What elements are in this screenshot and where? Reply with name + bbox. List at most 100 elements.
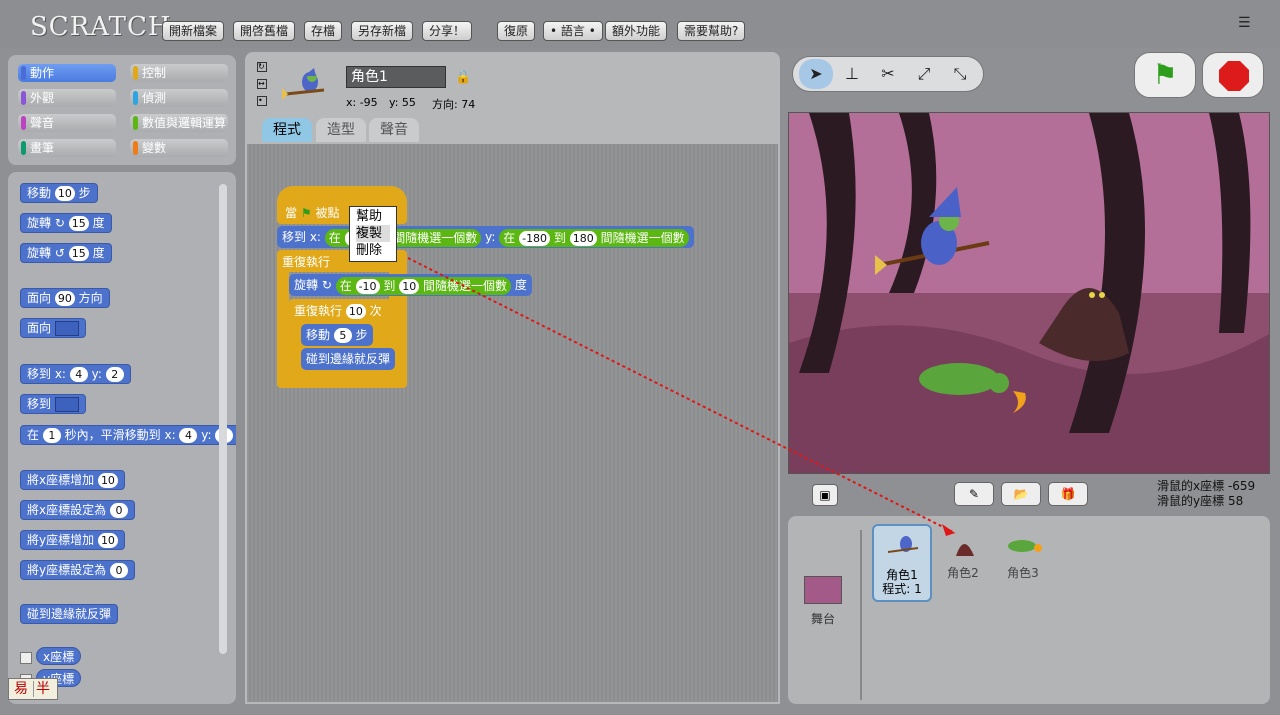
arrow-tool-icon[interactable]: ➤ [799,59,833,89]
scripts-area[interactable]: 當 ⚑ 被點 移到 x: 在 240 間隨機選一個數 y: 在 -180 到 1… [245,142,780,704]
stage-toolbar: ➤ ⊥ ✂ ⤢ ⤡ [792,56,984,92]
stop-button[interactable] [1202,52,1264,98]
block-text: 度 [514,278,527,292]
block-bounce[interactable]: 碰到邊緣就反彈 [20,604,119,624]
flip-style-icon[interactable]: ↔ [257,79,267,89]
block-input[interactable]: 10 [345,304,366,319]
category-motion[interactable]: 動作 [18,64,116,82]
category-operators[interactable]: 數值與邏輯運算 [130,114,228,132]
block-turn-right[interactable]: 旋轉 ↻ 15 度 [20,213,112,233]
stamp-tool-icon[interactable]: ⊥ [835,59,869,89]
notes-icon[interactable]: ☰ [1238,15,1252,31]
category-sound[interactable]: 聲音 [18,114,116,132]
extras-button[interactable]: 額外功能 [605,21,668,41]
stop-sign-icon [1219,61,1249,91]
block-input[interactable]: -180 [519,230,551,246]
xpos-checkbox[interactable] [20,651,32,664]
target-dropdown[interactable] [54,321,79,336]
block-point-towards[interactable]: 面向 [20,318,86,338]
sprite-tile-2[interactable]: 角色2 [940,526,990,596]
new-file-button[interactable]: 開新檔案 [162,21,225,41]
help-button[interactable]: 需要幫助? [677,21,746,41]
tab-scripts[interactable]: 程式 [262,118,312,142]
lock-icon[interactable]: 🔒 [455,70,471,85]
block-input[interactable]: 10 [399,278,420,294]
sprite-name-field[interactable]: 角色1 [346,66,446,88]
grow-tool-icon[interactable]: ⤢ [907,59,941,89]
block-input[interactable]: 4 [179,428,198,443]
rotate-style-icon[interactable]: ↻ [257,62,267,72]
block-xpos[interactable]: x座標 [36,647,82,665]
block-text: 將x座標增加 [27,473,95,487]
block-goto[interactable]: 移到 [20,394,86,414]
category-control[interactable]: 控制 [130,64,228,82]
random-block[interactable]: 在 -180 到 180 間隨機選一個數 [499,228,689,247]
block-input[interactable]: 10 [97,533,118,548]
paint-new-sprite-icon[interactable]: ✎ [954,482,994,506]
block-input[interactable]: 1 [42,428,61,443]
stage-canvas[interactable] [788,112,1270,474]
block-input[interactable]: 4 [69,367,88,382]
category-sensing[interactable]: 偵測 [130,89,228,107]
tab-costumes[interactable]: 造型 [316,118,366,142]
ime-indicator[interactable]: 易半 [8,678,58,700]
random-block[interactable]: 在 -10 到 10 間隨機選一個數 [335,276,512,295]
block-input[interactable]: 90 [54,291,75,306]
block-input[interactable]: -10 [355,278,380,294]
block-input[interactable]: 0 [109,503,128,518]
block-input[interactable]: 0 [109,563,128,578]
sprite-script-count: 程式: 1 [882,582,922,596]
block-input[interactable]: 15 [68,216,89,231]
share-button[interactable]: 分享！ [422,21,473,41]
open-file-button[interactable]: 開啓舊檔 [233,21,296,41]
choose-sprite-file-icon[interactable]: 📂 [1001,482,1041,506]
palette-scrollbar[interactable] [219,184,227,654]
block-goto-xy-script[interactable]: 移到 x: 在 240 間隨機選一個數 y: 在 -180 到 180 間隨機選… [277,226,694,248]
save-button[interactable]: 存檔 [304,21,343,41]
stage-thumbnail[interactable] [804,576,842,604]
block-goto-xy[interactable]: 移到 x: 4 y: 2 [20,364,131,384]
block-point-direction[interactable]: 面向 90 方向 [20,288,110,308]
block-input[interactable]: 10 [54,186,75,201]
block-input[interactable]: 2 [105,367,124,382]
category-looks[interactable]: 外觀 [18,89,116,107]
block-text: 移到 [27,397,52,411]
block-move-script[interactable]: 移動 5 步 [301,324,373,346]
language-button[interactable]: • 語言 • [543,21,603,41]
block-input[interactable]: 5 [333,328,352,343]
target-dropdown[interactable] [54,397,79,412]
block-set-x[interactable]: 將x座標設定為 0 [20,500,135,520]
undo-button[interactable]: 復原 [497,21,536,41]
menu-item-help[interactable]: 幫助 [356,208,390,225]
block-turn-script[interactable]: 旋轉 ↻ 在 -10 到 10 間隨機選一個數 度 [289,274,532,296]
block-change-x[interactable]: 將x座標增加 10 [20,470,125,490]
green-flag-icon[interactable]: ⚑ [1134,52,1196,98]
save-as-button[interactable]: 另存新檔 [351,21,414,41]
surprise-sprite-icon[interactable]: 🎁 [1048,482,1088,506]
block-text: 在 [328,230,341,245]
sprite-tile-3[interactable]: 角色3 [1000,526,1050,596]
scissors-tool-icon[interactable]: ✂ [871,59,905,89]
no-rotate-icon[interactable]: • [257,96,267,106]
block-input[interactable]: 15 [68,246,89,261]
menu-item-delete[interactable]: 刪除 [356,242,390,259]
block-glide[interactable]: 在 1 秒內，平滑移動到 x: 4 y: 2 [20,425,236,445]
category-label: 變數 [142,141,167,155]
menu-item-duplicate[interactable]: 複製 [356,225,390,242]
block-move[interactable]: 移動 10 步 [20,183,98,203]
block-bounce-script[interactable]: 碰到邊緣就反彈 [301,348,396,370]
tab-sounds[interactable]: 聲音 [369,118,419,142]
block-text: 被點 [315,206,340,220]
category-pen[interactable]: 畫筆 [18,139,116,157]
sprite-tile-1[interactable]: 角色1 程式: 1 [872,524,932,602]
shrink-tool-icon[interactable]: ⤡ [943,59,977,89]
block-text: 在 [503,230,516,245]
category-variables[interactable]: 變數 [130,139,228,157]
block-set-y[interactable]: 將y座標設定為 0 [20,560,135,580]
block-turn-left[interactable]: 旋轉 ↺ 15 度 [20,243,112,263]
block-input[interactable]: 180 [569,230,597,246]
block-change-y[interactable]: 將y座標增加 10 [20,530,125,550]
block-input[interactable]: 10 [97,473,118,488]
sprite-name: 角色3 [1007,566,1039,580]
presentation-mode-icon[interactable]: ▣ [812,484,838,506]
